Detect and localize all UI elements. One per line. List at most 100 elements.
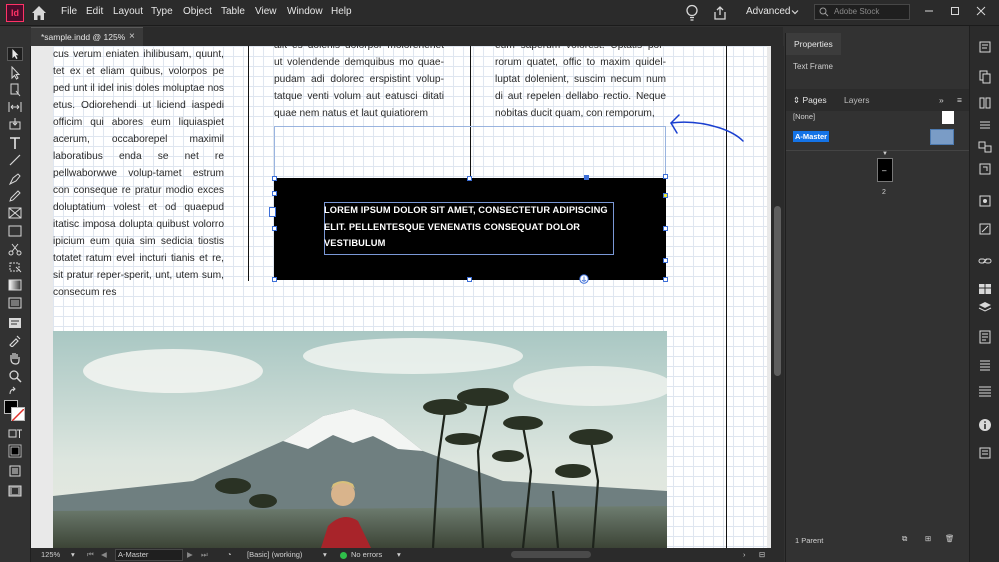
first-page-icon[interactable]: ⏮ bbox=[87, 550, 94, 560]
frame-handle-tl[interactable] bbox=[272, 176, 277, 181]
frame-handle-mr-lower[interactable] bbox=[663, 258, 668, 263]
layers-icon[interactable] bbox=[978, 300, 992, 314]
menu-table[interactable]: Table bbox=[221, 6, 245, 17]
last-page-icon[interactable]: ⏭ bbox=[201, 550, 208, 560]
new-page-icon[interactable]: ⊞ bbox=[925, 534, 931, 543]
menu-type[interactable]: Type bbox=[151, 6, 173, 17]
lightbulb-icon[interactable] bbox=[685, 4, 699, 22]
menu-file[interactable]: File bbox=[61, 6, 77, 17]
close-window-icon[interactable] bbox=[976, 6, 986, 16]
tab-properties[interactable]: Properties bbox=[786, 33, 841, 55]
none-master-thumb[interactable] bbox=[942, 111, 954, 124]
menu-help[interactable]: Help bbox=[331, 6, 352, 17]
frame-handle-ml[interactable] bbox=[272, 226, 277, 231]
frame-handle-outer-right[interactable] bbox=[663, 174, 668, 179]
menu-edit[interactable]: Edit bbox=[86, 6, 103, 17]
open-page-icon[interactable]: ◔ bbox=[227, 550, 232, 559]
text-column-1[interactable]: cus verum eniaten ihilibusam, quunt, tet… bbox=[53, 46, 224, 301]
tab-layers[interactable]: Layers bbox=[844, 89, 870, 111]
align-panel-icon[interactable] bbox=[978, 446, 992, 460]
minimize-icon[interactable] bbox=[924, 6, 934, 16]
rectangle-tool-icon[interactable] bbox=[7, 224, 23, 238]
zoom-level[interactable]: 125% bbox=[41, 550, 60, 559]
panel-menu-icon[interactable]: ≡ bbox=[957, 89, 962, 111]
frame-handle-bc[interactable] bbox=[467, 277, 472, 282]
tab-pages[interactable]: ⇕ Pages bbox=[793, 89, 827, 111]
frame-handle-mr[interactable] bbox=[663, 226, 668, 231]
menu-layout[interactable]: Layout bbox=[113, 6, 143, 17]
view-mode-icon[interactable] bbox=[7, 464, 23, 478]
delete-page-icon[interactable]: 🗑 bbox=[945, 534, 955, 543]
eyedropper-tool-icon[interactable] bbox=[7, 333, 23, 347]
close-tab-icon[interactable]: × bbox=[129, 31, 135, 42]
scissors-tool-icon[interactable] bbox=[7, 242, 23, 256]
prev-page-icon[interactable]: ◀ bbox=[101, 550, 107, 559]
preflight-errors[interactable]: No errors bbox=[351, 550, 382, 559]
free-transform-tool-icon[interactable] bbox=[7, 260, 23, 274]
formatting-affects-container-icon[interactable] bbox=[7, 427, 23, 441]
note-tool-icon[interactable] bbox=[7, 316, 23, 330]
content-collector-icon[interactable] bbox=[7, 117, 23, 131]
anchor-icon[interactable] bbox=[579, 274, 589, 284]
menu-object[interactable]: Object bbox=[183, 6, 212, 17]
menu-view[interactable]: View bbox=[255, 6, 277, 17]
workspace-switcher[interactable]: Advanced bbox=[746, 6, 790, 17]
panel-collapse-icon[interactable]: » bbox=[939, 89, 944, 111]
pen-tool-icon[interactable] bbox=[7, 172, 23, 186]
scroll-right-icon[interactable]: › bbox=[743, 550, 746, 559]
swap-fill-stroke-icon[interactable] bbox=[7, 386, 23, 400]
a-master-row[interactable]: A-Master bbox=[790, 128, 964, 145]
share-icon[interactable] bbox=[712, 5, 728, 21]
swatches-panel-icon[interactable] bbox=[978, 140, 992, 154]
stroke-panel-icon[interactable] bbox=[978, 118, 992, 132]
frame-handle-outer-left[interactable] bbox=[272, 191, 277, 196]
direct-selection-tool-icon[interactable] bbox=[7, 66, 23, 80]
properties-panel-icon[interactable] bbox=[978, 40, 992, 54]
page-selector[interactable]: A-Master bbox=[115, 549, 183, 561]
screen-mode-icon[interactable] bbox=[7, 484, 23, 498]
gap-tool-icon[interactable] bbox=[7, 100, 23, 114]
type-tool-icon[interactable] bbox=[7, 136, 23, 150]
chevron-down-icon[interactable] bbox=[791, 8, 799, 16]
document-canvas[interactable]: cus verum eniaten ihilibusam, quunt, tet… bbox=[31, 46, 771, 548]
pages-panel-icon[interactable] bbox=[978, 70, 992, 84]
vertical-scroll-thumb[interactable] bbox=[774, 206, 781, 376]
line-tool-icon[interactable] bbox=[7, 153, 23, 167]
split-window-icon[interactable]: ⊟ bbox=[759, 550, 765, 559]
none-master[interactable]: [None] bbox=[793, 112, 815, 121]
character-styles-icon[interactable] bbox=[978, 358, 992, 372]
preflight-profile[interactable]: [Basic] (working) bbox=[247, 550, 302, 559]
paragraph-styles-icon[interactable] bbox=[978, 330, 992, 344]
in-port-icon[interactable] bbox=[269, 207, 276, 217]
text-column-3[interactable]: eum saperum volorest. Uptatis por-rorum … bbox=[495, 46, 666, 122]
chevron-down-icon[interactable]: ▾ bbox=[71, 550, 75, 559]
page-thumbnail[interactable]: – bbox=[877, 158, 893, 182]
info-icon[interactable] bbox=[978, 418, 992, 432]
frame-handle-br[interactable] bbox=[663, 277, 668, 282]
page-tool-icon[interactable] bbox=[7, 83, 23, 97]
selection-tool-icon[interactable] bbox=[7, 47, 23, 61]
chevron-down-icon[interactable]: ▾ bbox=[323, 550, 327, 559]
gradient-swatch-tool-icon[interactable] bbox=[7, 278, 23, 292]
landscape-photo[interactable] bbox=[53, 331, 667, 548]
edit-page-size-icon[interactable]: ⧉ bbox=[902, 534, 907, 544]
text-wrap-icon[interactable] bbox=[978, 384, 992, 398]
stroke-swatch[interactable] bbox=[11, 407, 25, 422]
apply-color-icon[interactable] bbox=[7, 444, 23, 458]
hyperlinks-icon[interactable] bbox=[978, 254, 992, 268]
a-master-thumb[interactable] bbox=[930, 129, 954, 145]
object-styles-icon[interactable] bbox=[978, 222, 992, 236]
pencil-tool-icon[interactable] bbox=[7, 189, 23, 203]
chevron-down-icon[interactable]: ▾ bbox=[397, 550, 401, 559]
menu-window[interactable]: Window bbox=[287, 6, 323, 17]
document-tab[interactable]: *sample.indd @ 125% × bbox=[31, 27, 143, 46]
adobe-stock-search-input[interactable]: Adobe Stock bbox=[814, 4, 910, 20]
frame-handle-tc[interactable] bbox=[467, 176, 472, 181]
frame-handle-right-port[interactable] bbox=[663, 193, 668, 198]
frame-heading-text[interactable]: LOREM IPSUM DOLOR SIT AMET, CONSECTETUR … bbox=[324, 202, 614, 252]
rectangle-frame-tool-icon[interactable] bbox=[7, 206, 23, 220]
frame-handle-bl[interactable] bbox=[272, 277, 277, 282]
color-panel-icon[interactable] bbox=[978, 162, 992, 176]
effects-panel-icon[interactable] bbox=[978, 194, 992, 208]
vertical-scrollbar[interactable] bbox=[771, 46, 784, 548]
